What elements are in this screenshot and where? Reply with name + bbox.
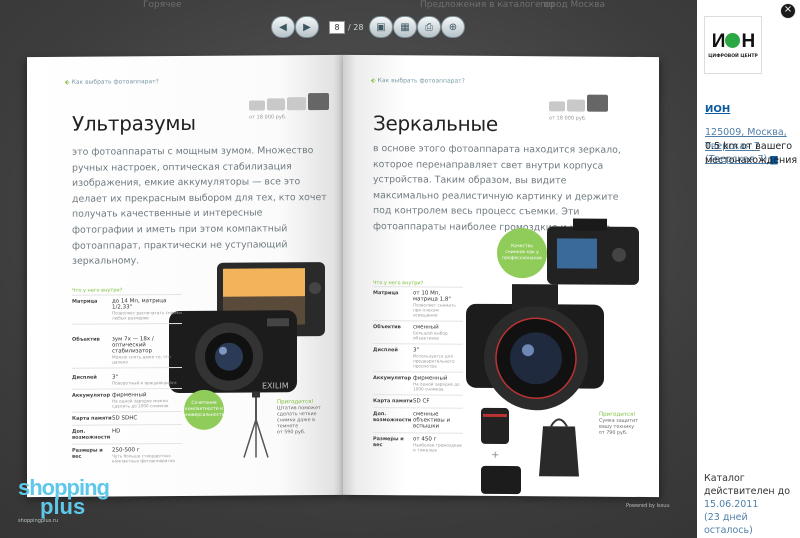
spec-row: Аккумулятор фирменный На одной зарядке до…: [373, 371, 463, 395]
lead-text: это фотоаппараты с мощным зумом. Множест…: [72, 145, 327, 267]
shoppingplus-logo[interactable]: shopping plus shoppingplus.ru: [18, 477, 110, 525]
next-page-button[interactable]: ▶: [295, 16, 319, 38]
catalog-validity: Каталог действителен до 15.06.2011 (23 д…: [704, 472, 796, 537]
grid-view-button[interactable]: ▦: [393, 16, 417, 38]
valid-label: Каталог действителен до: [704, 473, 791, 497]
spec-row: Карта памяти SD SDHC: [72, 411, 182, 425]
camera-icon: [287, 97, 306, 111]
breadcrumb[interactable]: ⬖ Как выбрать фотоаппарат?: [65, 78, 159, 86]
prev-page-button[interactable]: ◀: [271, 16, 295, 38]
tip-title: Пригодится!: [599, 411, 636, 418]
tip-price: от 590 руб.: [277, 430, 306, 436]
tip-box: Пригодится! Штатив поможет сделать четки…: [277, 399, 327, 436]
page-title: Зеркальные: [373, 111, 498, 136]
camera-icon: [267, 98, 285, 111]
spec-table: Матрица от 10 Мп, матрица 1,8" Позволяет …: [373, 286, 463, 456]
spec-row: Дисплей 3" Поворотный и вращающийся: [72, 367, 182, 389]
price-hint: от 18 000 руб.: [249, 114, 287, 121]
camera-icon: [567, 99, 585, 112]
store-logo[interactable]: ИН ЦИФРОВОЙ ЦЕНТР: [704, 16, 762, 74]
zoom-icon: ⊕: [448, 21, 458, 33]
spec-row: Матрица до 14 Мп, матрица 1/2,33" Позволя…: [72, 294, 182, 324]
tip-text: Штатив поможет сделать четкие снимки даж…: [277, 406, 321, 430]
viewer-toolbar: ◀ ▶ 8 / 28 ▣ ▦ ⎙ ⊕: [0, 16, 800, 38]
store-logo-wordmark: ИН: [711, 31, 755, 52]
spec-row: Доп. возможности сменные объективы и всп…: [373, 407, 463, 433]
store-name-link[interactable]: ИОН: [705, 104, 730, 115]
days-left: (23 дней осталось): [704, 512, 753, 536]
close-icon: ×: [783, 4, 793, 15]
leaf-icon: ⬖: [65, 78, 70, 86]
close-button[interactable]: ×: [780, 3, 796, 19]
tip-title: Пригодится!: [277, 399, 314, 406]
spec-row: Карта памяти SD CF: [373, 394, 463, 408]
page-number-input[interactable]: 8: [329, 20, 345, 34]
spec-row: Размеры и вес 250-500 г Чуть больше станд…: [72, 443, 182, 467]
store-distance: 0.5 km от вашего местонахождения: [705, 141, 798, 166]
bg-header-item: город Москва: [540, 0, 606, 10]
spec-row: Объектив сменный Большой выбор объективов: [373, 320, 463, 344]
spread-view-button[interactable]: ▣: [369, 16, 393, 38]
spec-row: Дисплей 3" Используется для предварительн…: [373, 343, 463, 372]
breadcrumb[interactable]: ⬖ Как выбрать фотоаппарат?: [371, 77, 465, 85]
promo-bubble: Сочетание компактности и универсальности: [183, 389, 225, 431]
bg-header-item: Горячее: [143, 0, 182, 10]
valid-date: 15.06.2011: [704, 499, 759, 510]
price-hint: от 18 000 руб.: [549, 115, 587, 122]
store-logo-subtitle: ЦИФРОВОЙ ЦЕНТР: [708, 54, 758, 59]
arrow-left-icon: ◀: [279, 21, 287, 33]
catalog-spread: ⬖ Как выбрать фотоаппарат? от 18 000 руб.…: [27, 52, 659, 498]
camera-type-icons: [249, 92, 329, 111]
catalog-page-right[interactable]: ⬖ Как выбрать фотоаппарат? от 18 000 руб.…: [343, 54, 659, 498]
leaf-icon: ⬖: [371, 77, 376, 85]
bg-header-item: Предложения в каталоге во: [420, 0, 555, 10]
grid-icon: ▦: [400, 21, 410, 33]
lens-bag-image: +: [481, 407, 579, 495]
camera-type-icons: [549, 94, 608, 112]
print-button[interactable]: ⎙: [417, 16, 441, 38]
background-header: Горячее Предложения в каталоге во город …: [0, 0, 800, 14]
camera-icon-active: [308, 92, 329, 111]
store-sidebar: ИН ЦИФРОВОЙ ЦЕНТР ИОН 125009, Москва, Тв…: [697, 0, 800, 538]
view-spread-icon: ▣: [376, 21, 386, 33]
spec-row: Доп. возможности HD: [72, 424, 182, 444]
catalog-page-left[interactable]: ⬖ Как выбрать фотоаппарат? от 18 000 руб.…: [27, 54, 343, 498]
tip-price: от 790 руб.: [599, 430, 628, 436]
page-indicator: 8 / 28: [329, 18, 363, 36]
arrow-right-icon: ▶: [303, 21, 311, 33]
promo-bubble: Качество снимков как у профессионалов: [497, 227, 547, 279]
spec-table: Матрица до 14 Мп, матрица 1/2,33" Позволя…: [72, 294, 182, 467]
spec-row: Размеры и вес от 450 г Наиболее громоздки…: [373, 432, 463, 456]
tip-box: Пригодится! Сумка защитит вашу технику о…: [599, 412, 649, 437]
zoom-button[interactable]: ⊕: [441, 16, 465, 38]
print-icon: ⎙: [425, 21, 433, 33]
camera-image: EXILIM: [169, 262, 325, 394]
spec-row: Аккумулятор фирменный На одной зарядке мо…: [72, 388, 182, 412]
spec-row: Объектив зум 7х — 18х / оптический стаби…: [72, 323, 182, 368]
camera-front-image: [466, 284, 604, 411]
svg-text:+: +: [491, 450, 499, 461]
camera-icon: [549, 101, 565, 112]
spec-title: Что у него внутри?: [72, 287, 123, 294]
powered-by-label[interactable]: Powered by Issuu: [626, 503, 670, 509]
spec-row: Матрица от 10 Мп, матрица 1,8" Позволяет …: [373, 286, 463, 321]
page-total: / 28: [348, 22, 364, 32]
tripod-image: [243, 391, 269, 458]
page-title: Ультразумы: [72, 110, 196, 136]
tip-text: Сумка защитит вашу технику: [599, 418, 639, 430]
camera-icon-active: [587, 94, 608, 112]
camera-icon: [249, 100, 265, 111]
